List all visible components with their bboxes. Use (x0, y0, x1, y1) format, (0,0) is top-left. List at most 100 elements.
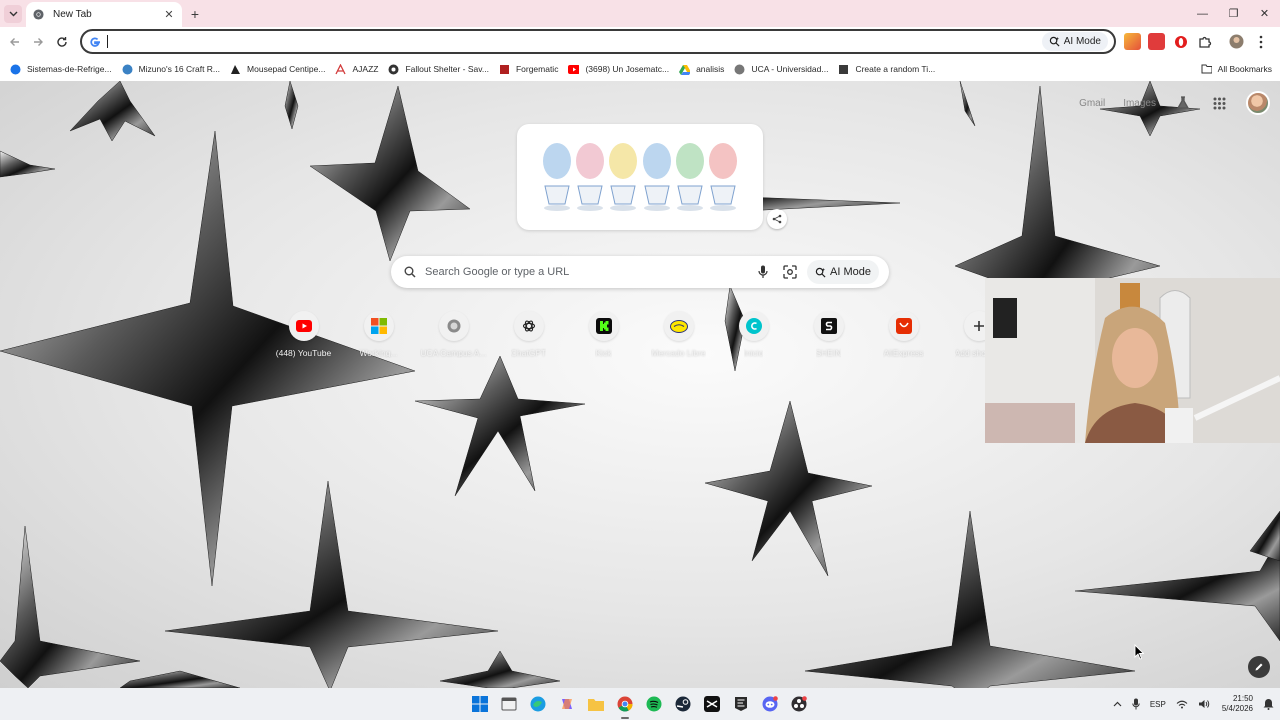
mercadolibre-icon (663, 311, 694, 341)
site-icon (230, 64, 241, 75)
shortcut-chatgpt[interactable]: ChatGPT (491, 311, 566, 358)
file-explorer-icon[interactable] (497, 692, 521, 716)
share-icon (772, 214, 782, 224)
chrome-icon[interactable] (613, 692, 637, 719)
restore-button[interactable]: ❐ (1218, 0, 1249, 27)
shortcuts-row: (448) YouTube Working... UCA Campus A...… (266, 311, 1016, 358)
tab-new-tab[interactable]: New Tab ✕ (26, 2, 182, 27)
reload-button[interactable] (53, 33, 71, 51)
spotify-icon[interactable] (642, 692, 666, 716)
gmail-link[interactable]: Gmail (1079, 98, 1105, 109)
new-tab-button[interactable]: + (186, 5, 204, 23)
shortcut-youtube[interactable]: (448) YouTube (266, 311, 341, 358)
tab-title: New Tab (53, 9, 92, 20)
new-tab-page: Gmail Images Search Google or type a URL… (0, 81, 1280, 688)
drive-icon (679, 64, 691, 75)
ntp-search-box[interactable]: Search Google or type a URL AI Mode (391, 256, 889, 288)
folder-icon[interactable] (584, 692, 608, 716)
lens-search-button[interactable] (779, 261, 801, 283)
clock-time: 21:50 (1232, 694, 1253, 703)
bookmark-item[interactable]: Mousepad Centipe... (226, 59, 329, 79)
site-icon (10, 64, 21, 75)
site-icon (388, 64, 399, 75)
epic-games-icon[interactable] (729, 692, 753, 716)
clock-date: 5/4/2026 (1221, 704, 1253, 713)
bookmark-item[interactable]: Fallout Shelter - Sav... (384, 59, 492, 79)
search-icon (403, 265, 417, 279)
site-icon (438, 311, 469, 341)
extension-red-icon[interactable] (1148, 33, 1165, 50)
shortcut-uca-campus[interactable]: UCA Campus A... (416, 311, 491, 358)
site-icon (122, 64, 133, 75)
language-indicator[interactable]: ESP (1150, 700, 1166, 709)
canva-icon (738, 311, 769, 341)
google-icon (88, 35, 101, 48)
address-input[interactable] (110, 34, 1042, 49)
opera-icon[interactable] (1172, 33, 1189, 50)
copilot-icon[interactable] (555, 692, 579, 716)
system-tray: ESP 21:50 5/4/2026 (1113, 688, 1274, 720)
account-avatar[interactable] (1246, 91, 1270, 115)
site-icon (734, 64, 745, 75)
microphone-icon[interactable] (1132, 698, 1140, 710)
all-bookmarks-button[interactable]: All Bookmarks (1201, 59, 1272, 79)
windows-start-icon[interactable] (468, 692, 492, 716)
ai-mode-label: AI Mode (830, 266, 871, 278)
bookmark-item[interactable]: Create a random Ti... (834, 59, 939, 79)
profile-avatar[interactable] (1228, 33, 1245, 50)
youtube-icon (568, 64, 580, 75)
tab-search-button[interactable] (4, 5, 22, 23)
ai-mode-button[interactable]: AI Mode (1041, 32, 1108, 51)
puzzle-icon[interactable] (1196, 33, 1213, 50)
shortcut-kick[interactable]: Kick (566, 311, 641, 358)
bookmark-item[interactable]: AJAZZ (331, 59, 382, 79)
voice-search-button[interactable] (752, 261, 774, 283)
bookmark-item[interactable]: Forgematic (495, 59, 563, 79)
close-tab-icon[interactable]: ✕ (162, 8, 176, 21)
microphone-icon (758, 265, 768, 278)
bookmark-item[interactable]: Sistemas-de-Refrige... (6, 59, 116, 79)
discord-icon[interactable] (758, 692, 782, 716)
menu-dots-icon[interactable] (1252, 33, 1269, 50)
close-window-button[interactable]: ✕ (1249, 0, 1280, 27)
images-link[interactable]: Images (1123, 98, 1156, 109)
bookmark-item[interactable]: (3698) Un Josematc... (564, 59, 673, 79)
forward-button[interactable] (29, 33, 47, 51)
speaker-icon[interactable] (1198, 699, 1210, 709)
bookmark-item[interactable]: analisis (675, 59, 728, 79)
shortcut-shein[interactable]: SHEIN (791, 311, 866, 358)
bookmark-item[interactable]: UCA - Universidad... (730, 59, 832, 79)
omnibox[interactable]: AI Mode (80, 29, 1116, 54)
tab-strip: New Tab ✕ + — ❐ ✕ (0, 0, 1280, 27)
bookmark-item[interactable]: Mizuno's 16 Craft R... (118, 59, 224, 79)
apps-grid-icon[interactable] (1210, 94, 1228, 112)
webcam-feed-image (985, 278, 1280, 443)
search-placeholder[interactable]: Search Google or type a URL (425, 266, 747, 278)
shortcut-working[interactable]: Working... (341, 311, 416, 358)
customize-chrome-button[interactable] (1248, 656, 1270, 678)
labs-flask-icon[interactable] (1174, 94, 1192, 112)
shortcut-aliexpress[interactable]: AliExpress (866, 311, 941, 358)
shortcut-inicio[interactable]: Inicio (716, 311, 791, 358)
wifi-icon[interactable] (1176, 700, 1188, 709)
doodle-share-button[interactable] (767, 209, 787, 229)
pencil-icon (1255, 663, 1263, 671)
obs-icon[interactable] (787, 692, 811, 716)
extensions-area (1124, 33, 1269, 50)
edge-icon[interactable] (526, 692, 550, 716)
capcut-icon[interactable] (700, 692, 724, 716)
back-button[interactable] (6, 33, 24, 51)
microsoft-icon (363, 311, 394, 341)
ai-search-icon (815, 267, 826, 278)
shortcut-mercado-libre[interactable]: Mercado Libre (641, 311, 716, 358)
extension-notes-icon[interactable] (1124, 33, 1141, 50)
chevron-up-icon[interactable] (1113, 701, 1122, 707)
ai-mode-button[interactable]: AI Mode (807, 260, 879, 284)
minimize-button[interactable]: — (1187, 0, 1218, 27)
steam-icon[interactable] (671, 692, 695, 716)
site-icon (838, 64, 849, 75)
arrow-left-icon (10, 38, 19, 46)
google-doodle[interactable] (517, 124, 763, 230)
notification-bell-icon[interactable] (1263, 698, 1274, 710)
taskbar-clock[interactable]: 21:50 5/4/2026 (1222, 694, 1253, 714)
